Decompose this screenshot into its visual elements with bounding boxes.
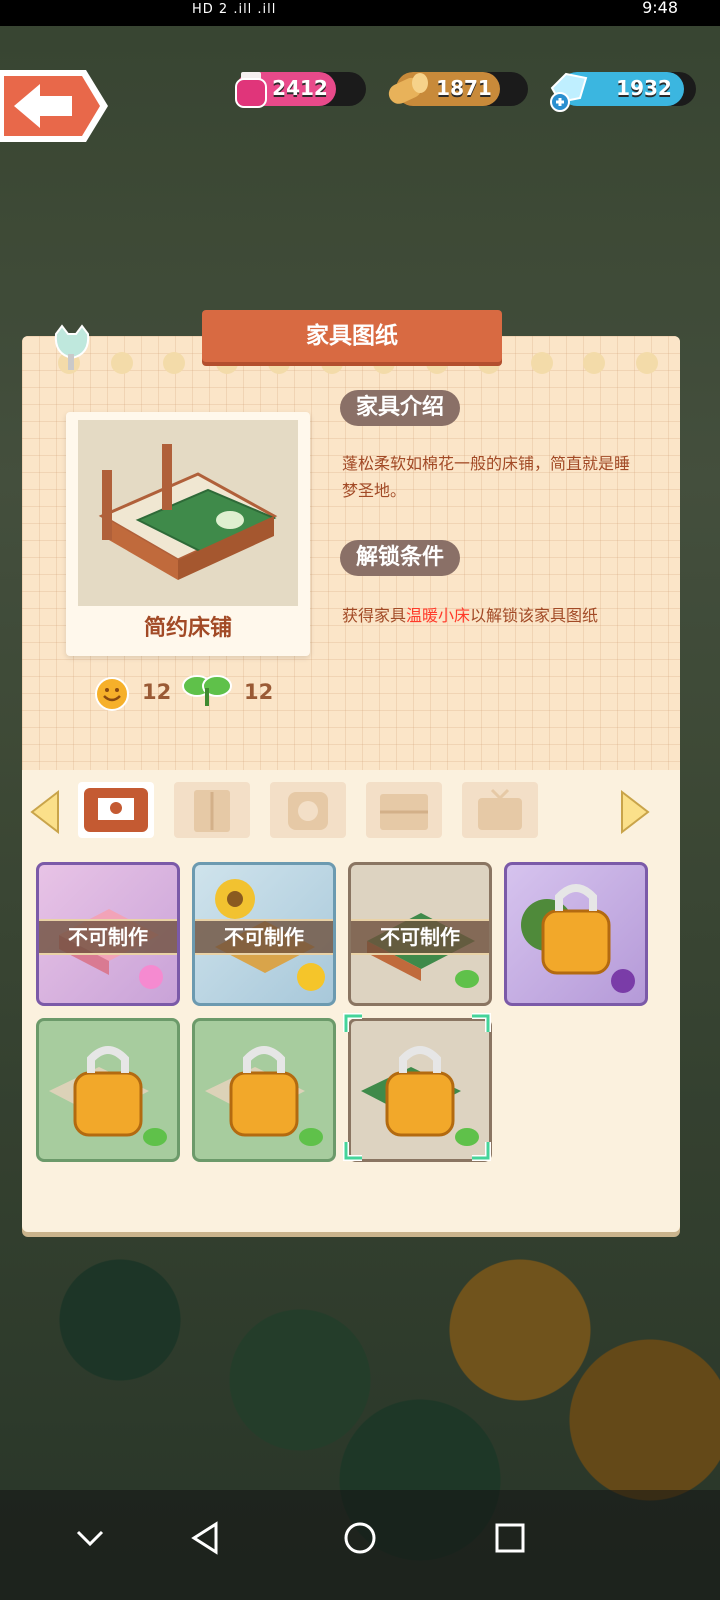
wood-log-icon [388, 73, 428, 104]
bed-category-icon [84, 788, 148, 832]
item-image [78, 420, 298, 606]
chevron-down-icon[interactable] [70, 1518, 110, 1558]
cat-clip-icon [54, 324, 90, 370]
blueprint-item[interactable]: 不可制作 [348, 862, 492, 1006]
back-triangle-icon[interactable] [186, 1518, 226, 1558]
blueprint-item[interactable] [504, 862, 648, 1006]
status-label: 不可制作 [39, 919, 177, 955]
network-status: HD 2 .ill .ill [192, 2, 277, 17]
sprout-icon [182, 675, 232, 706]
green-bed-locked-icon [49, 1046, 167, 1146]
system-status-bar: HD 2 .ill .ill 9:48 [0, 0, 720, 26]
tab-wardrobe[interactable] [174, 782, 250, 838]
tab-cabinet[interactable] [366, 782, 442, 838]
tab-mirror[interactable] [270, 782, 346, 838]
tab-prev-arrow-icon[interactable] [30, 790, 60, 834]
unlock-text: 获得家具温暖小床以解锁该家具图纸 [342, 602, 642, 629]
category-tabs [22, 782, 680, 842]
mirror-category-icon [288, 792, 328, 830]
unlock-suffix: 以解锁该家具图纸 [470, 606, 599, 625]
diamond-icon [550, 72, 588, 112]
tv-category-icon [478, 788, 522, 830]
sprout-icon [299, 1128, 323, 1146]
home-circle-icon[interactable] [340, 1518, 380, 1558]
item-name: 简约床铺 [143, 616, 232, 641]
bow-icon [139, 965, 163, 989]
blueprint-item[interactable] [192, 1018, 336, 1162]
unlock-item-name[interactable]: 温暖小床 [406, 606, 470, 625]
unlock-prefix: 获得家具 [342, 606, 407, 625]
comfort-value: 12 [142, 680, 172, 704]
padlock-icon [541, 909, 611, 975]
squid-icon [611, 969, 635, 993]
panel-title: 家具图纸 [202, 310, 502, 362]
recents-square-icon[interactable] [490, 1518, 530, 1558]
tab-bed[interactable] [78, 782, 154, 838]
padlock-icon [73, 1071, 143, 1137]
intro-text: 蓬松柔软如棉花一般的床铺，简直就是睡梦圣地。 [342, 454, 631, 500]
blueprint-item[interactable] [36, 1018, 180, 1162]
status-label: 不可制作 [351, 919, 489, 955]
currency-diamond[interactable]: 1932 [550, 72, 696, 112]
cabinet-category-icon [380, 794, 428, 830]
sprout-icon [143, 1128, 167, 1146]
ink-bottle-icon [235, 72, 267, 108]
tab-next-arrow-icon[interactable] [620, 790, 650, 834]
blueprint-panel: 简约床铺 12 12 家具介绍 蓬松柔软如棉花一般的床铺，简直就是睡梦圣地。 解… [22, 310, 680, 1232]
clock: 9:48 [642, 0, 678, 17]
padlock-icon [229, 1071, 299, 1137]
sprout-value: 12 [244, 680, 274, 704]
smile-icon [95, 677, 129, 711]
blueprint-details: 简约床铺 12 12 家具介绍 蓬松柔软如棉花一般的床铺，简直就是睡梦圣地。 解… [22, 336, 680, 770]
vine-bed-icon [521, 884, 635, 993]
blueprint-item[interactable]: 不可制作 [36, 862, 180, 1006]
sun-icon [297, 963, 325, 991]
tab-tv[interactable] [462, 782, 538, 838]
currency-wood[interactable]: 1871 [388, 72, 528, 106]
currency-diamond-value: 1932 [616, 76, 672, 100]
item-card: 简约床铺 [66, 412, 310, 656]
system-nav-bar [0, 1490, 720, 1600]
status-label: 不可制作 [195, 919, 333, 955]
currency-ink[interactable]: 2412 [235, 72, 366, 108]
intro-heading: 家具介绍 [340, 390, 461, 426]
selection-frame-icon [343, 1013, 491, 1161]
blueprint-item[interactable]: 不可制作 [192, 862, 336, 1006]
sprout-icon [455, 970, 479, 988]
wardrobe-category-icon [194, 790, 230, 832]
back-button[interactable] [0, 66, 110, 146]
green-bed-locked-icon [205, 1046, 323, 1146]
unlock-heading: 解锁条件 [340, 540, 461, 576]
bed-icon [98, 444, 278, 580]
